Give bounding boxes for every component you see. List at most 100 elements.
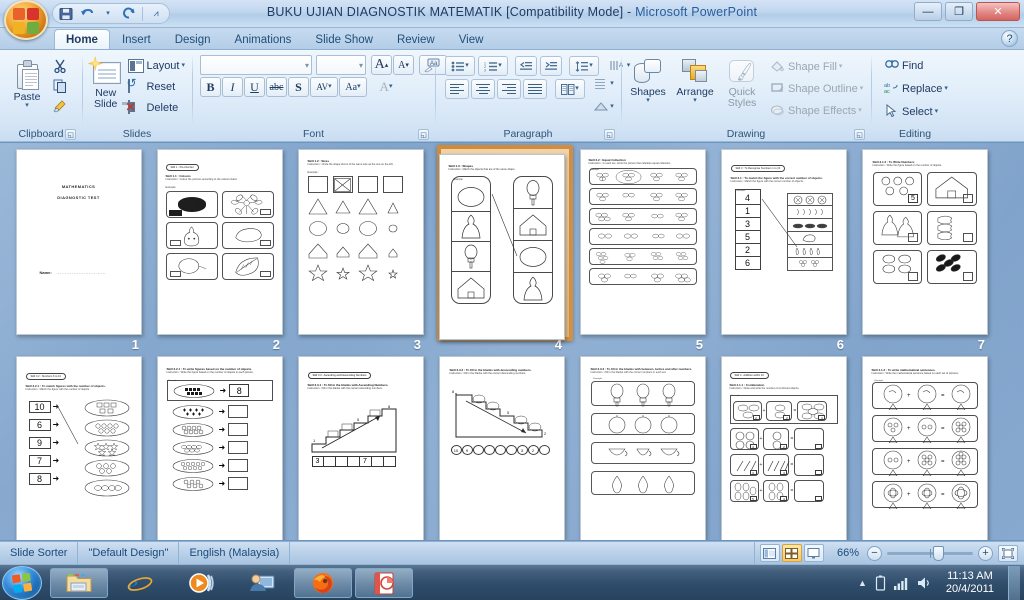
layout-button[interactable]: Layout ▾ xyxy=(125,56,188,76)
convert-to-smartart-button[interactable]: ▾ xyxy=(591,97,617,117)
shapes-button[interactable]: Shapes ▾ xyxy=(625,55,671,105)
slide-thumbnail-1[interactable]: MATHEMATICS DIAGNOSTIC TEST Name: ......… xyxy=(8,147,149,354)
slide-1-frame[interactable]: MATHEMATICS DIAGNOSTIC TEST Name: ......… xyxy=(15,149,142,335)
quick-styles-button[interactable]: 🖌 Quick Styles xyxy=(719,55,765,110)
delete-button[interactable]: ✕ Delete xyxy=(125,98,188,118)
slide-8-frame[interactable]: Skill 3.2 : Numbers 6 to 10 Skill 3.2.1 … xyxy=(15,356,142,540)
numbering-button[interactable]: 123 ▾ xyxy=(478,56,508,76)
taskbar-clock[interactable]: 11:13 AM 20/4/2011 xyxy=(940,570,1000,596)
strikethrough-button[interactable]: abc xyxy=(266,77,287,97)
slide-11-frame[interactable]: Skill 3.3.2 : To fill in the blanks with… xyxy=(438,356,565,540)
shape-outline-button[interactable]: Shape Outline ▾ xyxy=(767,79,866,99)
help-icon[interactable]: ? xyxy=(1001,30,1018,47)
tab-design[interactable]: Design xyxy=(163,29,223,49)
underline-button[interactable]: U xyxy=(244,77,265,97)
slide-2-frame[interactable]: Skill 1 : Pre-Number Skill 1.1 : Colours… xyxy=(156,149,283,335)
slide-thumbnail-5[interactable]: Skill 2.2 : Equal Collection Instruction… xyxy=(572,147,713,354)
slide-thumbnail-8[interactable]: Skill 3.2 : Numbers 6 to 10 Skill 3.2.1 … xyxy=(8,354,149,540)
shape-fill-button[interactable]: Shape Fill ▾ xyxy=(767,57,866,77)
tab-review[interactable]: Review xyxy=(385,29,447,49)
bullets-button[interactable]: ▾ xyxy=(445,56,475,76)
decrease-indent-button[interactable] xyxy=(515,56,537,76)
slide-thumbnail-12[interactable]: Skill 3.3.3 : To fill in the blanks with… xyxy=(572,354,713,540)
tab-home[interactable]: Home xyxy=(54,29,110,49)
slide-7-frame[interactable]: Skill 3.1.2 : To Write Numbers Instructi… xyxy=(861,149,988,335)
tab-insert[interactable]: Insert xyxy=(110,29,163,49)
tab-animations[interactable]: Animations xyxy=(223,29,304,49)
line-spacing-button[interactable]: ▾ xyxy=(569,56,599,76)
shrink-font-button[interactable]: A ▾ xyxy=(393,55,414,75)
slide-thumbnail-3[interactable]: Skill 1.2 : Sizes Instruction : Circle t… xyxy=(290,147,431,354)
slide-6-frame[interactable]: Skill 3 : To Recognise Numbers 1 to 10 S… xyxy=(720,149,847,335)
zoom-track[interactable] xyxy=(887,545,973,561)
columns-button[interactable]: ▾ xyxy=(555,79,585,99)
tab-slide-show[interactable]: Slide Show xyxy=(303,29,385,49)
slide-10-frame[interactable]: Skill 3.3 : Ascending and Descending Num… xyxy=(297,356,424,540)
zoom-out-button[interactable]: − xyxy=(867,545,882,561)
volume-icon[interactable] xyxy=(917,576,932,590)
paste-dropdown-icon[interactable]: ▾ xyxy=(25,102,29,109)
slide-3-frame[interactable]: Skill 1.2 : Sizes Instruction : Circle t… xyxy=(297,149,424,335)
replace-button[interactable]: ab ac Replace ▾ xyxy=(881,79,951,99)
normal-view-button[interactable] xyxy=(759,544,780,562)
align-left-button[interactable] xyxy=(445,79,469,99)
new-slide-button[interactable]: New Slide xyxy=(86,54,125,111)
zoom-thumb[interactable] xyxy=(933,545,944,561)
align-right-button[interactable] xyxy=(497,79,521,99)
slide-sorter-view-button[interactable] xyxy=(781,544,802,562)
slide-12-frame[interactable]: Skill 3.3.3 : To fill in the blanks with… xyxy=(579,356,706,540)
arrange-button[interactable]: Arrange ▾ xyxy=(671,55,719,105)
taskbar-item-microsoft-powerpoint[interactable] xyxy=(355,567,413,598)
zoom-in-button[interactable]: + xyxy=(978,545,993,561)
select-button[interactable]: Select ▾ xyxy=(881,102,941,122)
slide-show-view-button[interactable] xyxy=(803,544,824,562)
cut-icon[interactable] xyxy=(50,56,70,75)
taskbar-item-windows-media-player[interactable] xyxy=(172,568,230,598)
slide-thumbnail-7[interactable]: Skill 3.1.2 : To Write Numbers Instructi… xyxy=(854,147,995,354)
align-text-button[interactable]: ▾ xyxy=(591,74,617,94)
show-desktop-button[interactable] xyxy=(1008,565,1020,600)
change-case-button[interactable]: Aa ▾ xyxy=(339,77,367,97)
slide-thumbnail-6[interactable]: Skill 3 : To Recognise Numbers 1 to 10 S… xyxy=(713,147,854,354)
taskbar-item-windows-explorer[interactable] xyxy=(50,567,108,598)
justify-button[interactable] xyxy=(523,79,547,99)
paragraph-dialog-launcher[interactable]: ◱ xyxy=(604,129,615,140)
copy-icon[interactable] xyxy=(50,76,70,95)
minimize-button[interactable]: — xyxy=(914,2,942,21)
grow-font-button[interactable]: A ▴ xyxy=(371,55,392,75)
fit-slide-to-window-button[interactable] xyxy=(998,544,1018,562)
office-button[interactable] xyxy=(4,0,48,40)
slide-5-frame[interactable]: Skill 2.2 : Equal Collection Instruction… xyxy=(579,149,706,335)
slide-thumbnail-9[interactable]: Skill 3.2.1 : To write figures based on … xyxy=(149,354,290,540)
tab-view[interactable]: View xyxy=(447,29,496,49)
align-center-button[interactable] xyxy=(471,79,495,99)
font-name-combo[interactable]: ▾ xyxy=(200,55,312,75)
clipboard-dialog-launcher[interactable]: ◱ xyxy=(65,129,76,140)
slide-9-frame[interactable]: Skill 3.2.1 : To write figures based on … xyxy=(156,356,283,540)
battery-icon[interactable] xyxy=(875,575,886,591)
maximize-button[interactable]: ❐ xyxy=(945,2,973,21)
font-size-combo[interactable]: ▾ xyxy=(316,55,366,75)
zoom-level-label[interactable]: 66% xyxy=(829,547,867,559)
bold-button[interactable]: B xyxy=(200,77,221,97)
start-button[interactable] xyxy=(2,565,42,600)
slide-4-frame[interactable]: Skill 1.3 : Shapes Instruction : Match t… xyxy=(438,154,565,340)
italic-button[interactable]: I xyxy=(222,77,243,97)
slide-thumbnail-10[interactable]: Skill 3.3 : Ascending and Descending Num… xyxy=(290,354,431,540)
slide-13-frame[interactable]: Skill 4 : Addition within 10 Skill 4.1.1… xyxy=(720,356,847,540)
show-hidden-icons-button[interactable]: ▲ xyxy=(858,578,867,588)
taskbar-item-internet-explorer[interactable]: e xyxy=(111,568,169,598)
find-button[interactable]: Find xyxy=(881,56,926,76)
status-language[interactable]: English (Malaysia) xyxy=(179,541,291,565)
taskbar-item-remote-desktop[interactable] xyxy=(233,568,291,598)
font-color-button[interactable]: A ▾ xyxy=(372,77,400,97)
slide-14-frame[interactable]: Skill 4.1.2 : To write mathematical sent… xyxy=(861,356,988,540)
text-shadow-button[interactable]: S xyxy=(288,77,309,97)
drawing-dialog-launcher[interactable]: ◱ xyxy=(854,129,865,140)
shape-effects-button[interactable]: Shape Effects ▾ xyxy=(767,101,866,121)
close-button[interactable]: ✕ xyxy=(976,2,1020,21)
character-spacing-button[interactable]: AV ▾ xyxy=(310,77,338,97)
format-painter-icon[interactable] xyxy=(50,96,70,115)
slide-thumbnail-2[interactable]: Skill 1 : Pre-Number Skill 1.1 : Colours… xyxy=(149,147,290,354)
slide-sorter-pane[interactable]: MATHEMATICS DIAGNOSTIC TEST Name: ......… xyxy=(0,143,1024,540)
